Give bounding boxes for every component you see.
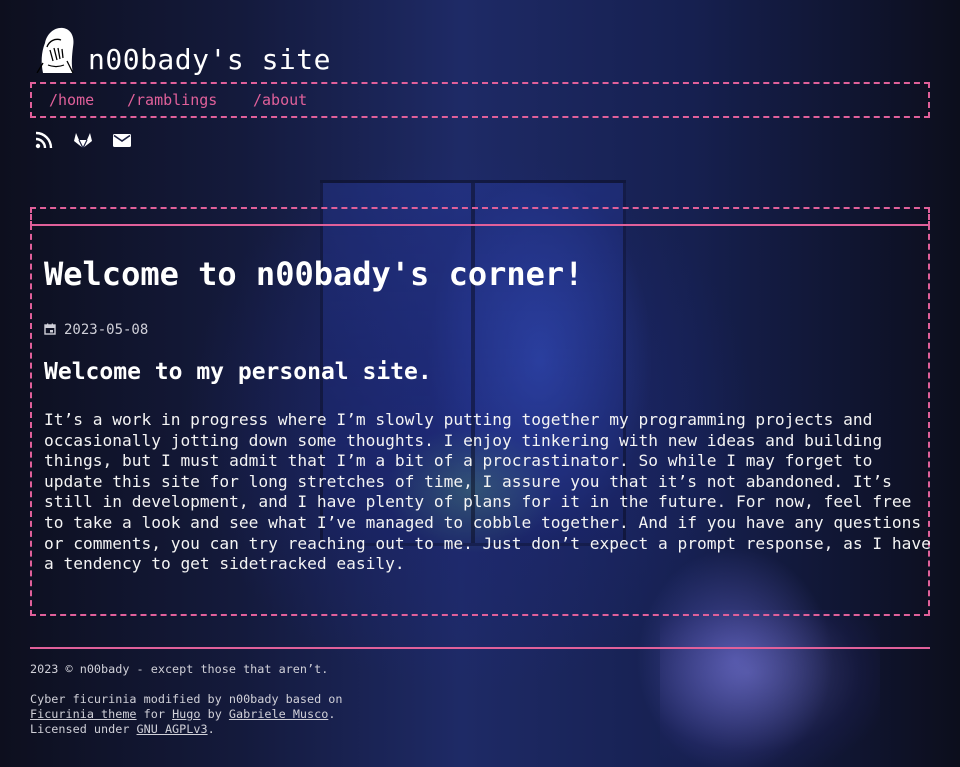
post-title: Welcome to n00bady's corner! (44, 255, 584, 293)
post-subtitle: Welcome to my personal site. (44, 359, 432, 385)
hugo-link[interactable]: Hugo (172, 707, 200, 721)
gitlab-icon[interactable] (73, 130, 93, 150)
site-header: n00bady's site (30, 20, 930, 76)
footer-license-prefix: Licensed under (30, 722, 137, 736)
post-article: Welcome to n00bady's corner! 2023-05-08 … (30, 224, 931, 616)
nav-home-link[interactable]: /home (49, 90, 94, 110)
license-link[interactable]: GNU AGPLv3 (137, 722, 208, 736)
rss-icon[interactable] (34, 130, 54, 150)
footer-license-suffix: . (207, 722, 215, 736)
mail-icon[interactable] (112, 130, 132, 150)
background-chair (660, 610, 880, 767)
footer-copyright: 2023 © n00bady - except those that aren’… (30, 662, 329, 676)
footer-by-text: by (200, 707, 229, 721)
calendar-icon (44, 323, 56, 335)
nav-about-link[interactable]: /about (253, 90, 307, 110)
ficurinia-theme-link[interactable]: Ficurinia theme (30, 707, 137, 721)
footer-period: . (328, 707, 336, 721)
author-link[interactable]: Gabriele Musco (229, 707, 328, 721)
site-footer: 2023 © n00bady - except those that aren’… (30, 662, 343, 737)
facepalm-avatar-icon[interactable] (33, 23, 77, 73)
footer-credit-line: Ficurinia theme for Hugo by Gabriele Mus… (30, 707, 343, 722)
main-nav: /home /ramblings /about (30, 82, 930, 118)
post-date-text: 2023-05-08 (64, 322, 149, 338)
nav-ramblings-link[interactable]: /ramblings (127, 90, 217, 110)
footer-credit-prefix: Cyber ficurinia modified by n00bady base… (30, 692, 343, 706)
footer-license-line: Licensed under GNU AGPLv3. (30, 722, 343, 737)
site-title[interactable]: n00bady's site (88, 40, 331, 80)
post-body: It’s a work in progress where I’m slowly… (44, 410, 931, 574)
footer-divider (30, 647, 930, 649)
post-date: 2023-05-08 (44, 321, 148, 339)
footer-for-text: for (136, 707, 173, 721)
